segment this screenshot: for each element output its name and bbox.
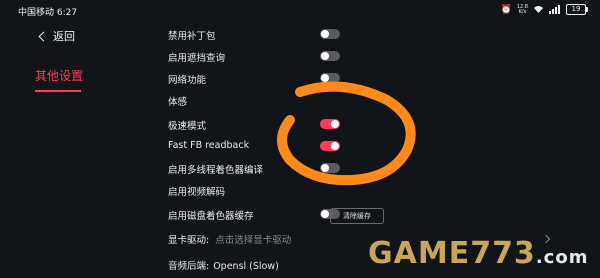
toggle-knob xyxy=(321,74,329,82)
toggle-switch[interactable] xyxy=(320,73,340,83)
toggle-knob xyxy=(331,142,339,150)
setting-label: 显卡驱动: 点击选择显卡驱动 xyxy=(168,232,291,246)
setting-label: 启用视频解码 xyxy=(168,187,226,198)
setting-label: 禁用补丁包 xyxy=(168,31,216,42)
setting-label: 体感 xyxy=(168,97,188,108)
setting-row-motion[interactable]: 体感 xyxy=(168,92,548,110)
gpu-driver-placeholder: 点击选择显卡驱动 xyxy=(215,235,292,246)
setting-label: 音频后端: Opensl (Slow) xyxy=(168,258,279,272)
setting-label: 启用多线程着色器编译 xyxy=(168,165,264,176)
toggle-knob xyxy=(321,210,329,218)
toggle-knob xyxy=(321,52,329,60)
toggle-switch[interactable] xyxy=(320,141,340,151)
setting-row-disable-patch: 禁用补丁包 xyxy=(168,26,548,44)
setting-label: Fast FB readback xyxy=(168,140,250,151)
toggle-switch[interactable] xyxy=(320,163,340,173)
toggle-knob xyxy=(321,164,329,172)
carrier-time: 中国移动 6:27 xyxy=(18,8,78,18)
watermark-text: GAME773.com xyxy=(368,236,589,271)
setting-row-turbo-mode: 极速模式 xyxy=(168,116,548,134)
tab-other-settings[interactable]: 其他设置 xyxy=(35,67,83,84)
audio-backend-label: 音频后端: xyxy=(168,261,210,272)
gpu-driver-label: 显卡驱动: xyxy=(168,235,210,246)
setting-row-multithread-shader: 启用多线程着色器编译 xyxy=(168,160,548,178)
tab-underline xyxy=(35,90,81,92)
setting-label: 网络功能 xyxy=(168,75,207,86)
back-button[interactable]: 返回 xyxy=(38,28,75,44)
clear-cache-button[interactable]: 清除缓存 xyxy=(330,208,384,224)
back-label: 返回 xyxy=(53,30,75,43)
setting-row-occlusion-query: 启用遮挡查询 xyxy=(168,48,548,66)
toggle-switch[interactable] xyxy=(320,51,340,61)
setting-row-network: 网络功能 xyxy=(168,70,548,88)
setting-label: 启用磁盘着色器缓存 xyxy=(168,211,254,222)
toggle-knob xyxy=(331,120,339,128)
toggle-switch[interactable] xyxy=(320,29,340,39)
setting-label: 极速模式 xyxy=(168,121,207,132)
setting-row-fast-fb-readback: Fast FB readback xyxy=(168,138,548,156)
toggle-knob xyxy=(321,30,329,38)
chevron-left-icon xyxy=(38,31,49,41)
watermark-logo: GAME773.com xyxy=(368,234,596,274)
setting-label: 启用遮挡查询 xyxy=(168,53,226,64)
toggle-switch[interactable] xyxy=(320,119,340,129)
battery-icon: 19 xyxy=(566,4,588,15)
audio-backend-value: Opensl (Slow) xyxy=(213,261,279,272)
setting-row-video-decode[interactable]: 启用视频解码 xyxy=(168,182,548,200)
